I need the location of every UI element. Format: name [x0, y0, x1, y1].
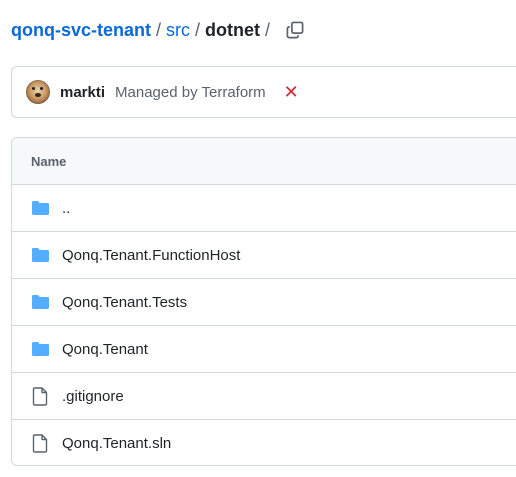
- row-name-link[interactable]: Qonq.Tenant.Tests: [62, 294, 187, 311]
- breadcrumb-src-link[interactable]: src: [166, 20, 190, 41]
- commit-message-link[interactable]: Managed by Terraform: [115, 84, 266, 101]
- row-name-link[interactable]: Qonq.Tenant.FunctionHost: [62, 247, 240, 264]
- folder-icon: [30, 245, 50, 265]
- table-row[interactable]: Qonq.Tenant.FunctionHost: [12, 232, 516, 279]
- table-row[interactable]: ..: [12, 185, 516, 232]
- x-icon[interactable]: ✕: [284, 83, 299, 101]
- table-row[interactable]: .gitignore: [12, 373, 516, 420]
- row-name-link[interactable]: ..: [62, 200, 70, 217]
- breadcrumb-current: dotnet: [205, 19, 261, 40]
- folder-icon: [30, 339, 50, 359]
- table-row[interactable]: Qonq.Tenant.Tests: [12, 279, 516, 326]
- latest-commit-bar: markti Managed by Terraform ✕: [11, 66, 516, 118]
- table-header: Name: [12, 138, 516, 185]
- folder-icon: [30, 292, 50, 312]
- table-row[interactable]: Qonq.Tenant: [12, 326, 516, 373]
- file-icon: [30, 433, 50, 453]
- file-icon: [30, 386, 50, 406]
- breadcrumb-separator: /: [156, 19, 162, 40]
- breadcrumb-separator: /: [195, 19, 201, 40]
- table-row[interactable]: Qonq.Tenant.sln: [12, 420, 516, 465]
- column-header-name: Name: [31, 153, 67, 169]
- file-table: Name .. Qonq.Tenant.FunctionHost Qonq.Te…: [11, 137, 516, 466]
- breadcrumb: qonq-svc-tenant / src / dotnet /: [11, 18, 306, 42]
- breadcrumb-repo-link[interactable]: qonq-svc-tenant: [11, 20, 151, 41]
- commit-author-link[interactable]: markti: [60, 84, 105, 101]
- row-name-link[interactable]: .gitignore: [62, 388, 124, 405]
- breadcrumb-separator: /: [265, 19, 271, 40]
- folder-icon: [30, 198, 50, 218]
- avatar[interactable]: [26, 80, 50, 104]
- copy-path-button[interactable]: [284, 19, 306, 41]
- row-name-link[interactable]: Qonq.Tenant.sln: [62, 435, 171, 452]
- row-name-link[interactable]: Qonq.Tenant: [62, 341, 148, 358]
- copy-icon: [286, 21, 304, 39]
